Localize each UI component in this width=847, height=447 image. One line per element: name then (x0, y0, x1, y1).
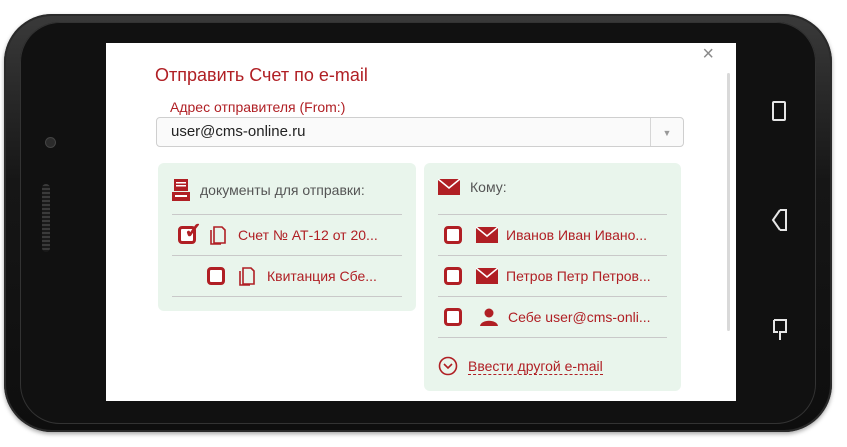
recent-apps-icon[interactable] (772, 101, 786, 121)
recipient-checkbox[interactable] (444, 308, 462, 326)
recipient-row[interactable]: Иванов Иван Ивано... (438, 214, 667, 255)
dialog-title: Отправить Счет по e-mail (155, 65, 368, 85)
envelope-icon (476, 227, 498, 243)
email-invoice-dialog: × Отправить Счет по e-mail Адрес отправи… (106, 43, 736, 401)
from-value: user@cms-online.ru (171, 123, 306, 140)
recipients-header-label: Кому: (470, 179, 507, 195)
document-label[interactable]: Квитанция Сбе... (267, 268, 377, 284)
add-email-label[interactable]: Ввести другой e-mail (468, 358, 603, 375)
scrollbar[interactable] (727, 73, 730, 331)
recipient-label[interactable]: Петров Петр Петров... (506, 268, 651, 284)
checkmark-icon: ✓ (184, 218, 203, 243)
documents-header: документы для отправки: (172, 179, 365, 201)
chevron-down-circle-icon (438, 356, 458, 376)
recipient-checkbox[interactable] (444, 267, 462, 285)
from-label: Адрес отправителя (From:) (170, 99, 346, 115)
envelope-icon (476, 268, 498, 284)
documents-panel: документы для отправки: ✓ Счет № АТ-12 о… (158, 163, 416, 311)
recipient-label[interactable]: Себе user@cms-onli... (508, 309, 651, 325)
recipient-row[interactable]: Петров Петр Петров... (438, 255, 667, 296)
close-icon[interactable]: × (702, 43, 714, 66)
add-email-link[interactable]: Ввести другой e-mail (438, 356, 603, 376)
camera-icon (46, 138, 55, 147)
from-select[interactable]: user@cms-online.ru ▼ (156, 117, 684, 147)
document-label[interactable]: Счет № АТ-12 от 20... (238, 227, 378, 243)
user-icon (480, 308, 498, 326)
documents-header-label: документы для отправки: (200, 182, 365, 198)
speaker-grille (42, 184, 50, 252)
back-icon[interactable] (770, 207, 788, 237)
recipient-checkbox[interactable] (444, 226, 462, 244)
recipients-panel: Кому: Иванов Иван Ивано... Петров Петр П… (424, 163, 681, 391)
recipient-row[interactable]: Себе user@cms-onli... (438, 296, 667, 338)
documents-copy-icon (210, 225, 226, 245)
envelope-icon (438, 179, 460, 195)
home-icon[interactable] (772, 318, 788, 346)
documents-copy-icon (239, 266, 255, 286)
document-checkbox[interactable] (207, 267, 225, 285)
document-row[interactable]: Квитанция Сбе... (172, 255, 402, 297)
document-checkbox[interactable]: ✓ (178, 220, 202, 244)
printer-icon (172, 179, 190, 201)
recipients-header: Кому: (438, 179, 507, 195)
recipient-label[interactable]: Иванов Иван Ивано... (506, 227, 647, 243)
document-row[interactable]: ✓ Счет № АТ-12 от 20... (172, 214, 402, 255)
chevron-down-icon[interactable]: ▼ (650, 118, 683, 146)
